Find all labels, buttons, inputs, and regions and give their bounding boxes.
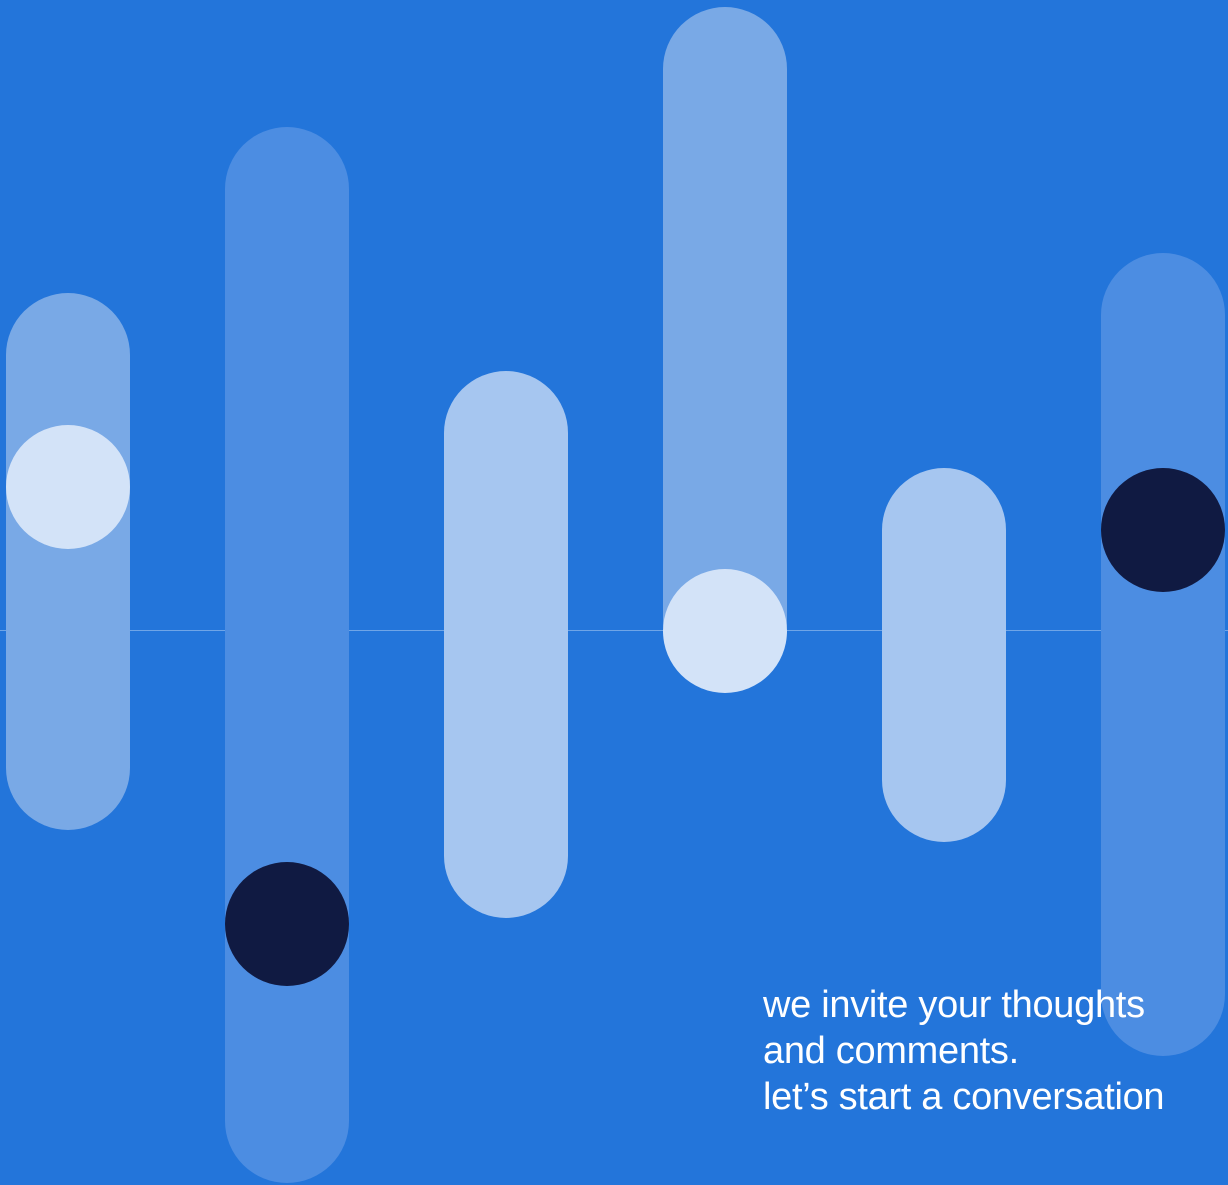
bar-6 (1101, 253, 1225, 1056)
bar-3 (444, 371, 568, 918)
message-line-1: we invite your thoughts (763, 984, 1145, 1026)
message-line-2: and comments. (763, 1030, 1019, 1072)
bar-2 (225, 127, 349, 1183)
dot-1-light (6, 425, 130, 549)
horizontal-baseline (0, 630, 1228, 631)
dot-6-dark (1101, 468, 1225, 592)
bar-5 (882, 468, 1006, 842)
slide-canvas: we invite your thoughts and comments. le… (0, 0, 1228, 1185)
message-line-3: let’s start a conversation (763, 1076, 1165, 1118)
dot-4-light (663, 569, 787, 693)
bar-1 (6, 293, 130, 830)
dot-2-dark (225, 862, 349, 986)
invitation-message: we invite your thoughts and comments. le… (763, 982, 1228, 1120)
